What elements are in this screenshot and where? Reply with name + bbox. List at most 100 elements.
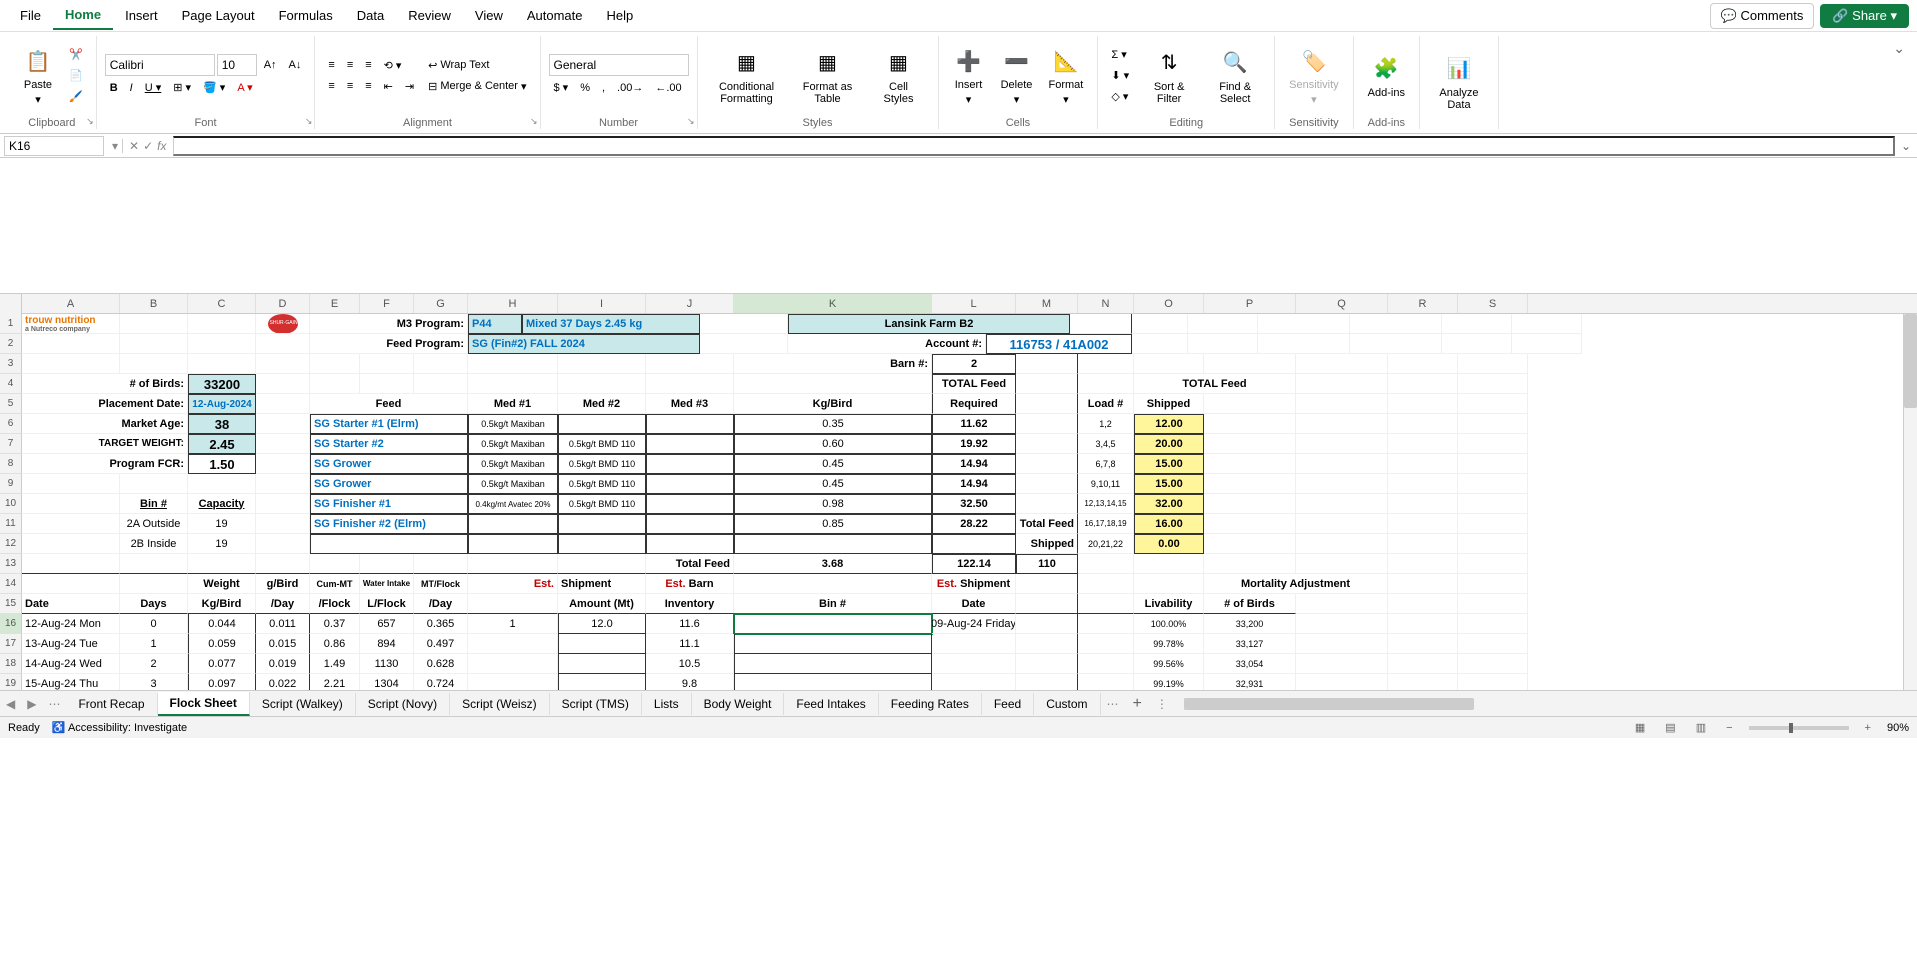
paste-button[interactable]: 📋Paste▾ bbox=[16, 41, 60, 110]
cell-K10[interactable]: 0.98 bbox=[734, 494, 932, 514]
cell-B2[interactable] bbox=[120, 334, 188, 354]
cell-E13[interactable] bbox=[310, 554, 360, 574]
cell-M9[interactable] bbox=[1016, 474, 1078, 494]
cell-H6[interactable]: 0.5kg/t Maxiban bbox=[468, 414, 558, 434]
menu-home[interactable]: Home bbox=[53, 1, 113, 30]
cell-K13[interactable]: 3.68 bbox=[734, 554, 932, 574]
cell-B18[interactable]: 2 bbox=[120, 654, 188, 674]
cell-I14[interactable]: Shipment bbox=[558, 574, 646, 594]
cell-R5[interactable] bbox=[1388, 394, 1458, 414]
cell-N7[interactable]: 3,4,5 bbox=[1078, 434, 1134, 454]
cell-S11[interactable] bbox=[1458, 514, 1528, 534]
cell-B1[interactable] bbox=[120, 314, 188, 334]
cell-K3[interactable]: Barn #: bbox=[734, 354, 932, 374]
cell-R11[interactable] bbox=[1388, 514, 1458, 534]
cell-R19[interactable] bbox=[1388, 674, 1458, 690]
cell-J5[interactable]: Med #3 bbox=[646, 394, 734, 414]
next-sheet-button[interactable]: ▶ bbox=[21, 697, 42, 711]
cell-N8[interactable]: 6,7,8 bbox=[1078, 454, 1134, 474]
comma-button[interactable]: , bbox=[597, 78, 610, 97]
cell-N18[interactable] bbox=[1078, 654, 1134, 674]
cell-J7[interactable] bbox=[646, 434, 734, 454]
cell-F17[interactable]: 894 bbox=[360, 634, 414, 654]
cell-L4[interactable]: TOTAL Feed bbox=[932, 374, 1016, 394]
cell-N13[interactable] bbox=[1078, 554, 1134, 574]
cell-P7[interactable] bbox=[1204, 434, 1296, 454]
cell-O19[interactable]: 99.19% bbox=[1134, 674, 1204, 690]
cut-button[interactable]: ✂️ bbox=[64, 45, 88, 64]
tab-custom[interactable]: Custom bbox=[1034, 693, 1100, 715]
row-header-13[interactable]: 13 bbox=[0, 554, 22, 574]
cell-J2[interactable] bbox=[700, 334, 788, 354]
cell-E3[interactable] bbox=[310, 354, 360, 374]
cell-Q15[interactable] bbox=[1296, 594, 1388, 614]
cell-H10[interactable]: 0.4kg/mt Avatec 20% bbox=[468, 494, 558, 514]
cell-O14[interactable] bbox=[1134, 574, 1204, 594]
conditional-formatting-button[interactable]: ▦Conditional Formatting bbox=[706, 43, 788, 109]
col-header-G[interactable]: G bbox=[414, 294, 468, 313]
cell-G4[interactable] bbox=[414, 374, 468, 394]
cell-O8[interactable]: 15.00 bbox=[1134, 454, 1204, 474]
cell-R17[interactable] bbox=[1388, 634, 1458, 654]
cell-H18[interactable] bbox=[468, 654, 558, 674]
menu-review[interactable]: Review bbox=[396, 2, 463, 29]
cell-A11[interactable] bbox=[22, 514, 120, 534]
align-center-button[interactable]: ≡ bbox=[342, 77, 358, 96]
tab-lists[interactable]: Lists bbox=[642, 693, 692, 715]
cell-K7[interactable]: 0.60 bbox=[734, 434, 932, 454]
col-header-L[interactable]: L bbox=[932, 294, 1016, 313]
name-box[interactable] bbox=[4, 136, 104, 156]
name-box-dropdown[interactable]: ▾ bbox=[108, 139, 122, 153]
cell-C17[interactable]: 0.059 bbox=[188, 634, 256, 654]
cell-A4[interactable]: # of Birds: bbox=[22, 374, 188, 394]
cell-K5[interactable]: Kg/Bird bbox=[734, 394, 932, 414]
cell-A13[interactable] bbox=[22, 554, 120, 574]
row-header-2[interactable]: 2 bbox=[0, 334, 22, 354]
tab-script-tms[interactable]: Script (TMS) bbox=[550, 693, 642, 715]
cancel-formula-button[interactable]: ✕ bbox=[129, 139, 139, 153]
merge-center-button[interactable]: ⊟ Merge & Center ▾ bbox=[423, 77, 531, 96]
row-header-12[interactable]: 12 bbox=[0, 534, 22, 554]
sort-filter-button[interactable]: ⇅Sort & Filter bbox=[1138, 43, 1200, 109]
cell-D5[interactable] bbox=[256, 394, 310, 414]
menu-help[interactable]: Help bbox=[595, 2, 646, 29]
cell-D1[interactable] bbox=[256, 314, 310, 334]
cell-G15[interactable]: /Day bbox=[414, 594, 468, 614]
cell-I13[interactable] bbox=[558, 554, 646, 574]
page-break-view-button[interactable]: ▥ bbox=[1692, 719, 1710, 736]
cell-E18[interactable]: 1.49 bbox=[310, 654, 360, 674]
cell-R3[interactable] bbox=[1388, 354, 1458, 374]
cell-O4[interactable]: TOTAL Feed bbox=[1134, 374, 1296, 394]
cell-K8[interactable]: 0.45 bbox=[734, 454, 932, 474]
cell-D7[interactable] bbox=[256, 434, 310, 454]
cell-E6[interactable]: SG Starter #1 (Elrm) bbox=[310, 414, 468, 434]
cell-S13[interactable] bbox=[1458, 554, 1528, 574]
cell-G2[interactable]: SG (Fin#2) FALL 2024 bbox=[468, 334, 700, 354]
number-format-select[interactable] bbox=[549, 54, 689, 76]
cell-O11[interactable]: 16.00 bbox=[1134, 514, 1204, 534]
cell-D13[interactable] bbox=[256, 554, 310, 574]
cell-N2[interactable] bbox=[1132, 334, 1188, 354]
horizontal-scrollbar[interactable] bbox=[1184, 698, 1907, 710]
cell-K17[interactable] bbox=[734, 634, 932, 654]
cell-A10[interactable] bbox=[22, 494, 120, 514]
cell-C2[interactable] bbox=[188, 334, 256, 354]
cell-E5[interactable]: Feed bbox=[310, 394, 468, 414]
cell-N15[interactable] bbox=[1078, 594, 1134, 614]
cell-K1[interactable]: Lansink Farm B2 bbox=[788, 314, 1070, 334]
cell-H1[interactable]: Mixed 37 Days 2.45 kg bbox=[522, 314, 700, 334]
cell-Q8[interactable] bbox=[1296, 454, 1388, 474]
cell-S4[interactable] bbox=[1458, 374, 1528, 394]
cell-N17[interactable] bbox=[1078, 634, 1134, 654]
col-header-Q[interactable]: Q bbox=[1296, 294, 1388, 313]
cell-D17[interactable]: 0.015 bbox=[256, 634, 310, 654]
col-header-J[interactable]: J bbox=[646, 294, 734, 313]
decrease-font-button[interactable]: A↓ bbox=[284, 54, 307, 76]
cell-I11[interactable] bbox=[558, 514, 646, 534]
cell-B3[interactable] bbox=[120, 354, 188, 374]
zoom-level[interactable]: 90% bbox=[1887, 722, 1909, 734]
cell-M7[interactable] bbox=[1016, 434, 1078, 454]
cell-R8[interactable] bbox=[1388, 454, 1458, 474]
cell-D16[interactable]: 0.011 bbox=[256, 614, 310, 634]
cell-J17[interactable]: 11.1 bbox=[646, 634, 734, 654]
